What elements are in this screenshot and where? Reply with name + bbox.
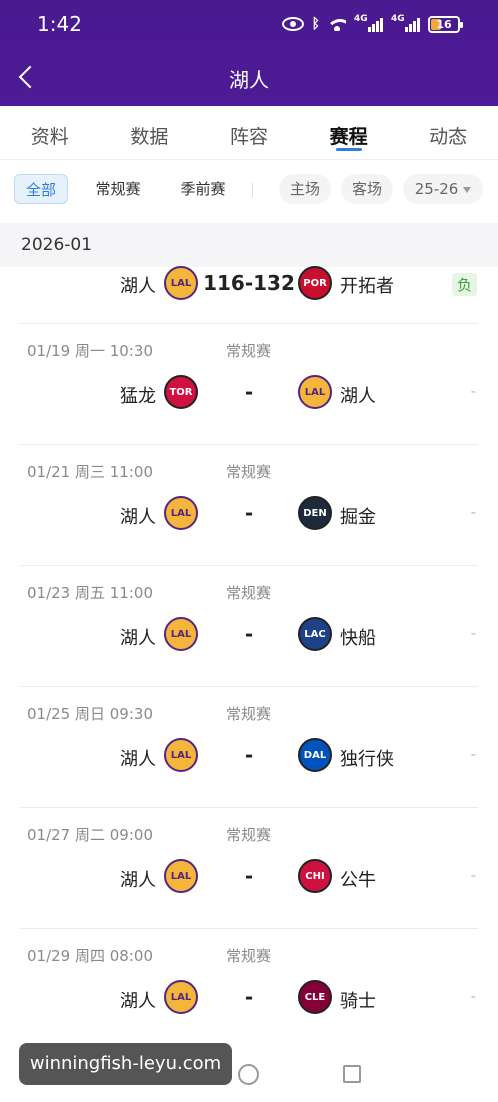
eye-icon [281, 17, 304, 31]
dropdown-caret-icon [463, 186, 472, 193]
battery-icon: 16 [428, 15, 463, 33]
game-score: - [244, 380, 254, 404]
team-logo-icon: POR [298, 266, 332, 300]
team-logo-icon: TOR [164, 375, 198, 409]
team-logo-icon: LAC [298, 617, 332, 651]
filter-divider [252, 183, 253, 197]
team-logo-icon: LAL [298, 375, 332, 409]
game-list: 湖人 LAL 116-132 POR 开拓者 负 01/19 周一 10:30 … [0, 258, 498, 1050]
result-badge: 负 [451, 273, 477, 296]
tab-schedule[interactable]: 赛程 [299, 106, 399, 159]
game-datetime: 01/23 周五 11:00 [27, 584, 153, 602]
season-select[interactable]: 25-26 [403, 174, 483, 204]
watermark-label: winningfish-leyu.com [19, 1043, 232, 1085]
team-logo-icon: DAL [298, 738, 332, 772]
page-title: 湖人 [229, 68, 269, 92]
home-team-name: 湖人 [120, 628, 156, 649]
team-logo-icon: DEN [298, 496, 332, 530]
filter-away-chip[interactable]: 客场 [341, 174, 393, 204]
tab-info[interactable]: 资料 [0, 106, 100, 159]
result-placeholder: - [470, 745, 476, 763]
cell-signal-icon: 4G [354, 14, 383, 32]
signal-label: 4G [354, 14, 368, 24]
result-placeholder: - [470, 624, 476, 642]
game-datetime: 01/27 周二 09:00 [27, 826, 153, 844]
game-datetime: 01/25 周日 09:30 [27, 705, 153, 723]
tab-news[interactable]: 动态 [398, 106, 498, 159]
game-type: 常规赛 [226, 826, 272, 844]
away-team-name: 掘金 [340, 507, 376, 528]
filter-bar: 全部 常规赛 季前赛 主场 客场 25-26 [0, 161, 498, 219]
result-placeholder: - [470, 382, 476, 400]
home-team-name: 湖人 [120, 749, 156, 770]
team-logo-icon: LAL [164, 266, 198, 300]
game-score: - [244, 501, 254, 525]
away-team-name: 湖人 [340, 386, 376, 407]
home-team-name: 湖人 [120, 507, 156, 528]
game-datetime: 01/21 周三 11:00 [27, 463, 153, 481]
filter-preseason-chip[interactable]: 季前赛 [173, 174, 233, 204]
game-datetime: 01/29 周四 08:00 [27, 947, 153, 965]
home-team-name: 湖人 [120, 991, 156, 1012]
home-team-name: 湖人 [120, 276, 156, 297]
away-team-name: 开拓者 [340, 276, 394, 297]
away-team-name: 骑士 [340, 991, 376, 1012]
game-type: 常规赛 [226, 705, 272, 723]
team-logo-icon: LAL [164, 496, 198, 530]
game-row[interactable]: 01/25 周日 09:30 常规赛 湖人 LAL - DAL 独行侠 - [0, 687, 498, 808]
away-team-name: 快船 [340, 628, 376, 649]
result-placeholder: - [470, 503, 476, 521]
home-team-name: 猛龙 [120, 386, 156, 407]
tab-stats[interactable]: 数据 [100, 106, 200, 159]
home-circle-icon[interactable] [238, 1064, 259, 1085]
team-logo-icon: LAL [164, 859, 198, 893]
team-logo-icon: LAL [164, 980, 198, 1014]
bluetooth-icon: ᛒ [311, 16, 320, 32]
cell-signal-icon-2: 4G [391, 14, 420, 32]
filter-regular-chip[interactable]: 常规赛 [88, 174, 148, 204]
nav-bar: 湖人 [0, 54, 498, 100]
home-team-name: 湖人 [120, 870, 156, 891]
game-score: - [244, 864, 254, 888]
wifi-icon [328, 17, 346, 31]
status-icons: ᛒ 4G 4G 16 [281, 13, 463, 35]
game-row[interactable]: 01/27 周二 09:00 常规赛 湖人 LAL - CHI 公牛 - [0, 808, 498, 929]
team-tabs: 资料 数据 阵容 赛程 动态 [0, 106, 498, 160]
game-row[interactable]: 湖人 LAL 116-132 POR 开拓者 负 [0, 258, 498, 324]
game-row[interactable]: 01/29 周四 08:00 常规赛 湖人 LAL - CLE 骑士 - [0, 929, 498, 1050]
app-header: 1:42 ᛒ 4G 4G 16 湖人 [0, 0, 498, 106]
tab-roster[interactable]: 阵容 [199, 106, 299, 159]
game-score: - [244, 985, 254, 1009]
game-datetime: 01/19 周一 10:30 [27, 342, 153, 360]
game-type: 常规赛 [226, 463, 272, 481]
game-type: 常规赛 [226, 584, 272, 602]
schedule-screen: 1:42 ᛒ 4G 4G 16 湖人 资料 数据 阵容 赛程 动态 全部 常规赛… [0, 0, 498, 1102]
result-placeholder: - [470, 866, 476, 884]
recents-square-icon[interactable] [343, 1065, 361, 1083]
game-type: 常规赛 [226, 947, 272, 965]
game-row[interactable]: 01/19 周一 10:30 常规赛 猛龙 TOR - LAL 湖人 - [0, 324, 498, 445]
away-team-name: 公牛 [340, 870, 376, 891]
filter-home-chip[interactable]: 主场 [279, 174, 331, 204]
game-score: 116-132 [203, 271, 295, 295]
signal-label-2: 4G [391, 14, 405, 24]
game-score: - [244, 743, 254, 767]
away-team-name: 独行侠 [340, 749, 394, 770]
game-row[interactable]: 01/21 周三 11:00 常规赛 湖人 LAL - DEN 掘金 - [0, 445, 498, 566]
team-logo-icon: CHI [298, 859, 332, 893]
game-type: 常规赛 [226, 342, 272, 360]
status-bar: 1:42 ᛒ 4G 4G 16 [0, 0, 498, 48]
status-time: 1:42 [37, 12, 82, 36]
game-row[interactable]: 01/23 周五 11:00 常规赛 湖人 LAL - LAC 快船 - [0, 566, 498, 687]
team-logo-icon: CLE [298, 980, 332, 1014]
team-logo-icon: LAL [164, 738, 198, 772]
filter-all-chip[interactable]: 全部 [14, 174, 68, 204]
battery-level: 16 [436, 17, 452, 31]
game-score: - [244, 622, 254, 646]
team-logo-icon: LAL [164, 617, 198, 651]
result-placeholder: - [470, 987, 476, 1005]
season-value: 25-26 [414, 180, 459, 198]
